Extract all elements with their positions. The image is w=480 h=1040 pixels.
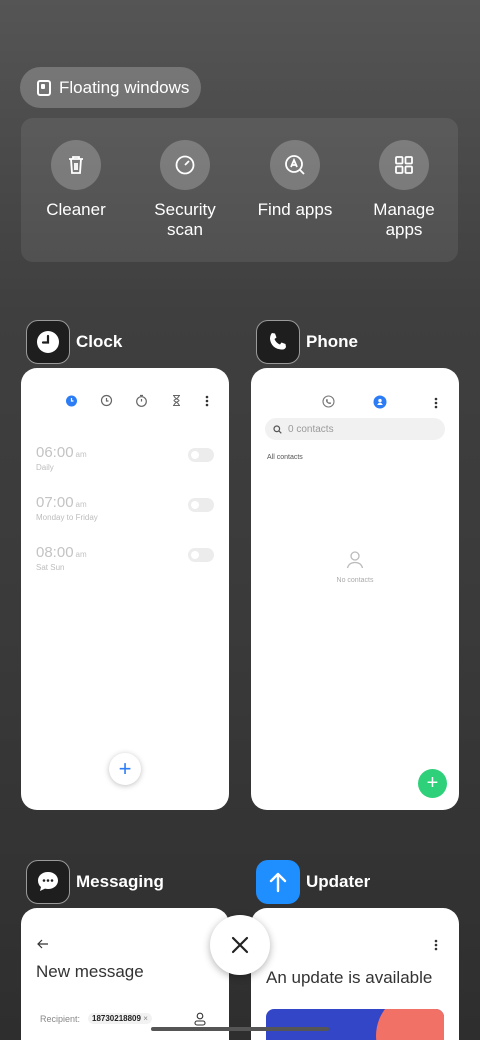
- updater-app-header[interactable]: Updater: [256, 860, 370, 904]
- alarm-repeat: Sat Sun: [36, 563, 65, 572]
- cleaner-label: Cleaner: [46, 200, 106, 219]
- phone-app-card[interactable]: 0 contacts All contacts No contacts +: [251, 368, 459, 810]
- search-placeholder: 0 contacts: [288, 423, 334, 435]
- update-available-title: An update is available: [266, 968, 433, 987]
- contacts-search-input[interactable]: 0 contacts: [265, 418, 445, 440]
- alarm-row[interactable]: 06:00 am Daily: [36, 444, 214, 472]
- messaging-app-card[interactable]: New message Recipient: 18730218809 ×: [21, 908, 229, 1040]
- manage-apps-label: Manage apps: [373, 200, 435, 239]
- add-alarm-button[interactable]: +: [109, 753, 141, 785]
- call-log-tab-icon[interactable]: [322, 395, 335, 413]
- security-scan-label: Security scan: [154, 200, 216, 239]
- add-contact-button[interactable]: +: [418, 769, 447, 798]
- updater-app-name: Updater: [306, 872, 371, 891]
- alarm-repeat: Monday to Friday: [36, 513, 98, 522]
- alarm-toggle[interactable]: [188, 448, 214, 462]
- alarm-toggle[interactable]: [188, 548, 214, 562]
- clock-tabs: [65, 394, 209, 412]
- grid-icon: [379, 140, 429, 190]
- more-options-icon[interactable]: [205, 394, 209, 412]
- security-scan-button[interactable]: Security scan: [135, 140, 235, 240]
- messaging-app-header[interactable]: Messaging: [26, 860, 164, 904]
- contacts-section-label[interactable]: All contacts: [267, 454, 303, 461]
- manage-apps-button[interactable]: Manage apps: [354, 140, 454, 240]
- cleaner-button[interactable]: Cleaner: [26, 140, 126, 220]
- empty-contacts-text: No contacts: [336, 577, 374, 584]
- world-clock-tab-icon[interactable]: [100, 394, 113, 412]
- messaging-app-name: Messaging: [76, 872, 164, 891]
- alarm-tab-icon[interactable]: [65, 394, 78, 412]
- trash-icon: [51, 140, 101, 190]
- home-indicator[interactable]: [151, 1027, 329, 1031]
- update-banner-image: [266, 1009, 444, 1040]
- person-icon: [345, 550, 365, 575]
- phone-app-name: Phone: [306, 332, 358, 351]
- remove-recipient-icon: ×: [143, 1014, 148, 1023]
- stopwatch-tab-icon[interactable]: [135, 394, 148, 412]
- find-apps-icon: [270, 140, 320, 190]
- timer-tab-icon[interactable]: [170, 394, 183, 412]
- quick-tools-panel: Cleaner Security scan Find apps Manage a…: [21, 118, 458, 262]
- clock-app-card[interactable]: 06:00 am Daily 07:00 am Monday to Friday 0…: [21, 368, 229, 810]
- recipient-chip[interactable]: 18730218809 ×: [88, 1013, 152, 1024]
- clock-app-header[interactable]: Clock: [26, 320, 122, 364]
- search-icon: [273, 424, 282, 434]
- phone-app-header[interactable]: Phone: [256, 320, 358, 364]
- floating-windows-label: Floating windows: [59, 77, 190, 97]
- messaging-app-icon: [26, 860, 70, 904]
- contacts-tab-icon[interactable]: [373, 395, 387, 414]
- close-icon: [231, 936, 249, 954]
- back-arrow-icon[interactable]: [37, 936, 49, 954]
- clock-app-name: Clock: [76, 332, 123, 351]
- alarm-repeat: Daily: [36, 463, 54, 472]
- recipient-label: Recipient:: [40, 1014, 81, 1024]
- more-options-icon[interactable]: [434, 396, 438, 414]
- more-options-icon[interactable]: [434, 938, 438, 956]
- updater-app-icon: [256, 860, 300, 904]
- clock-app-icon: [26, 320, 70, 364]
- phone-app-icon: [256, 320, 300, 364]
- floating-window-icon: [37, 79, 51, 96]
- alarm-row[interactable]: 08:00 am Sat Sun: [36, 544, 214, 572]
- find-apps-button[interactable]: Find apps: [245, 140, 345, 220]
- alarm-row[interactable]: 07:00 am Monday to Friday: [36, 494, 214, 522]
- updater-app-card[interactable]: An update is available: [251, 908, 459, 1040]
- security-scan-icon: [160, 140, 210, 190]
- alarm-toggle[interactable]: [188, 498, 214, 512]
- close-all-button[interactable]: [210, 915, 270, 975]
- find-apps-label: Find apps: [257, 200, 333, 219]
- floating-windows-button[interactable]: Floating windows: [20, 67, 201, 108]
- new-message-title: New message: [36, 962, 144, 981]
